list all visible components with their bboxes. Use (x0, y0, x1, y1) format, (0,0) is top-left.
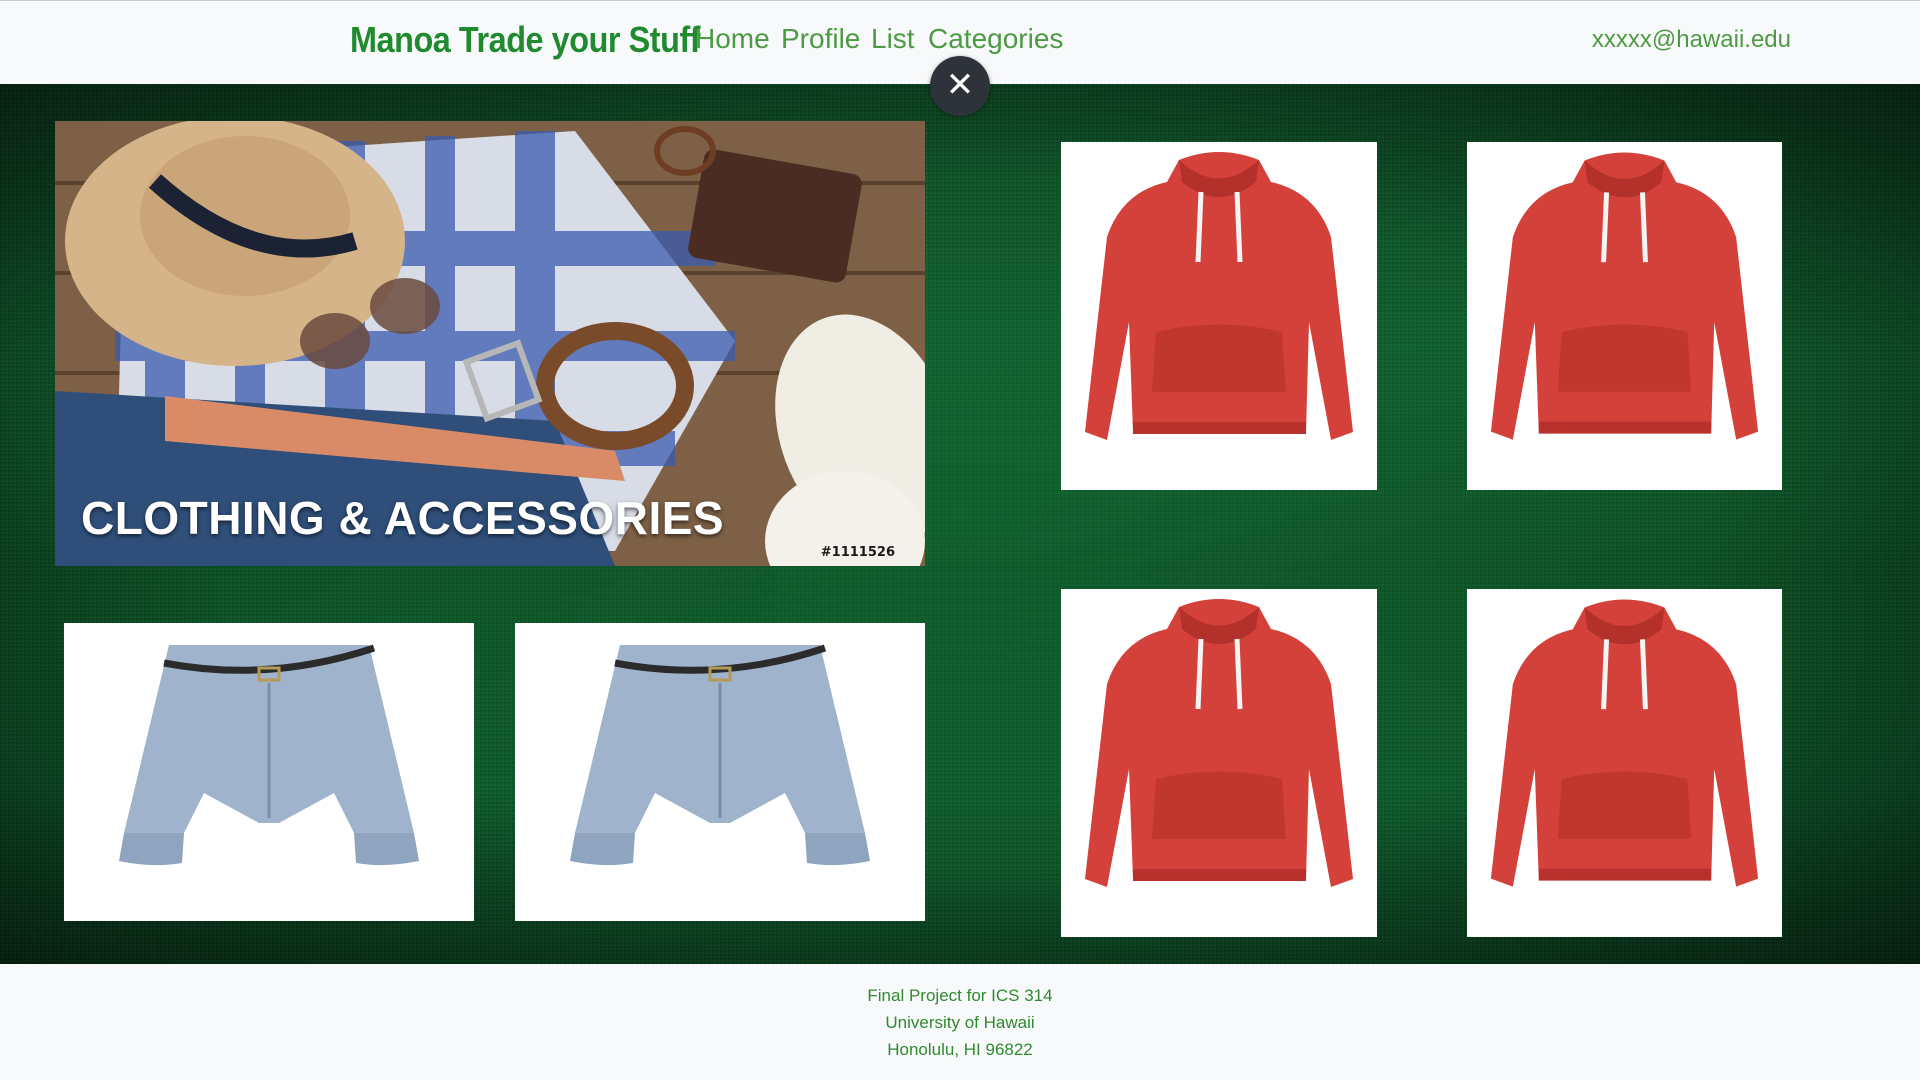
footer-line-project: Final Project for ICS 314 (867, 986, 1053, 1005)
brand-logo-text[interactable]: Manoa Trade your Stuff (350, 19, 701, 61)
page-footer: Final Project for ICS 314 University of … (0, 964, 1920, 1080)
item-card-shorts-1[interactable] (64, 623, 474, 921)
item-card-hoodie-1[interactable] (1061, 142, 1377, 490)
red-hoodie-image (1085, 152, 1353, 440)
nav-link-list[interactable]: List (871, 23, 915, 55)
user-email-dropdown[interactable]: xxxxx@hawaii.edu (1592, 26, 1791, 54)
red-hoodie-image (1490, 152, 1759, 440)
red-hoodie-image (1490, 599, 1759, 887)
denim-shorts-image (570, 644, 870, 866)
nav-link-home[interactable]: Home (695, 23, 770, 55)
item-card-shorts-2[interactable] (515, 623, 925, 921)
footer-line-address: Honolulu, HI 96822 (887, 1040, 1033, 1059)
red-hoodie-image (1085, 599, 1353, 887)
close-icon: ✕ (945, 66, 975, 104)
category-title: CLOTHING & ACCESSORIES (81, 492, 725, 544)
item-card-hoodie-4[interactable] (1467, 589, 1782, 937)
footer-line-university: University of Hawaii (885, 1013, 1035, 1032)
featured-category-image[interactable]: CLOTHING & ACCESSORIES #1111526 (55, 121, 925, 566)
close-button[interactable]: ✕ (930, 56, 990, 116)
denim-shorts-image (119, 644, 419, 866)
item-card-hoodie-2[interactable] (1467, 142, 1782, 490)
nav-link-categories[interactable]: Categories (928, 23, 1063, 55)
image-watermark-code: #1111526 (820, 545, 895, 560)
nav-link-profile[interactable]: Profile (781, 23, 860, 55)
item-card-hoodie-3[interactable] (1061, 589, 1377, 937)
